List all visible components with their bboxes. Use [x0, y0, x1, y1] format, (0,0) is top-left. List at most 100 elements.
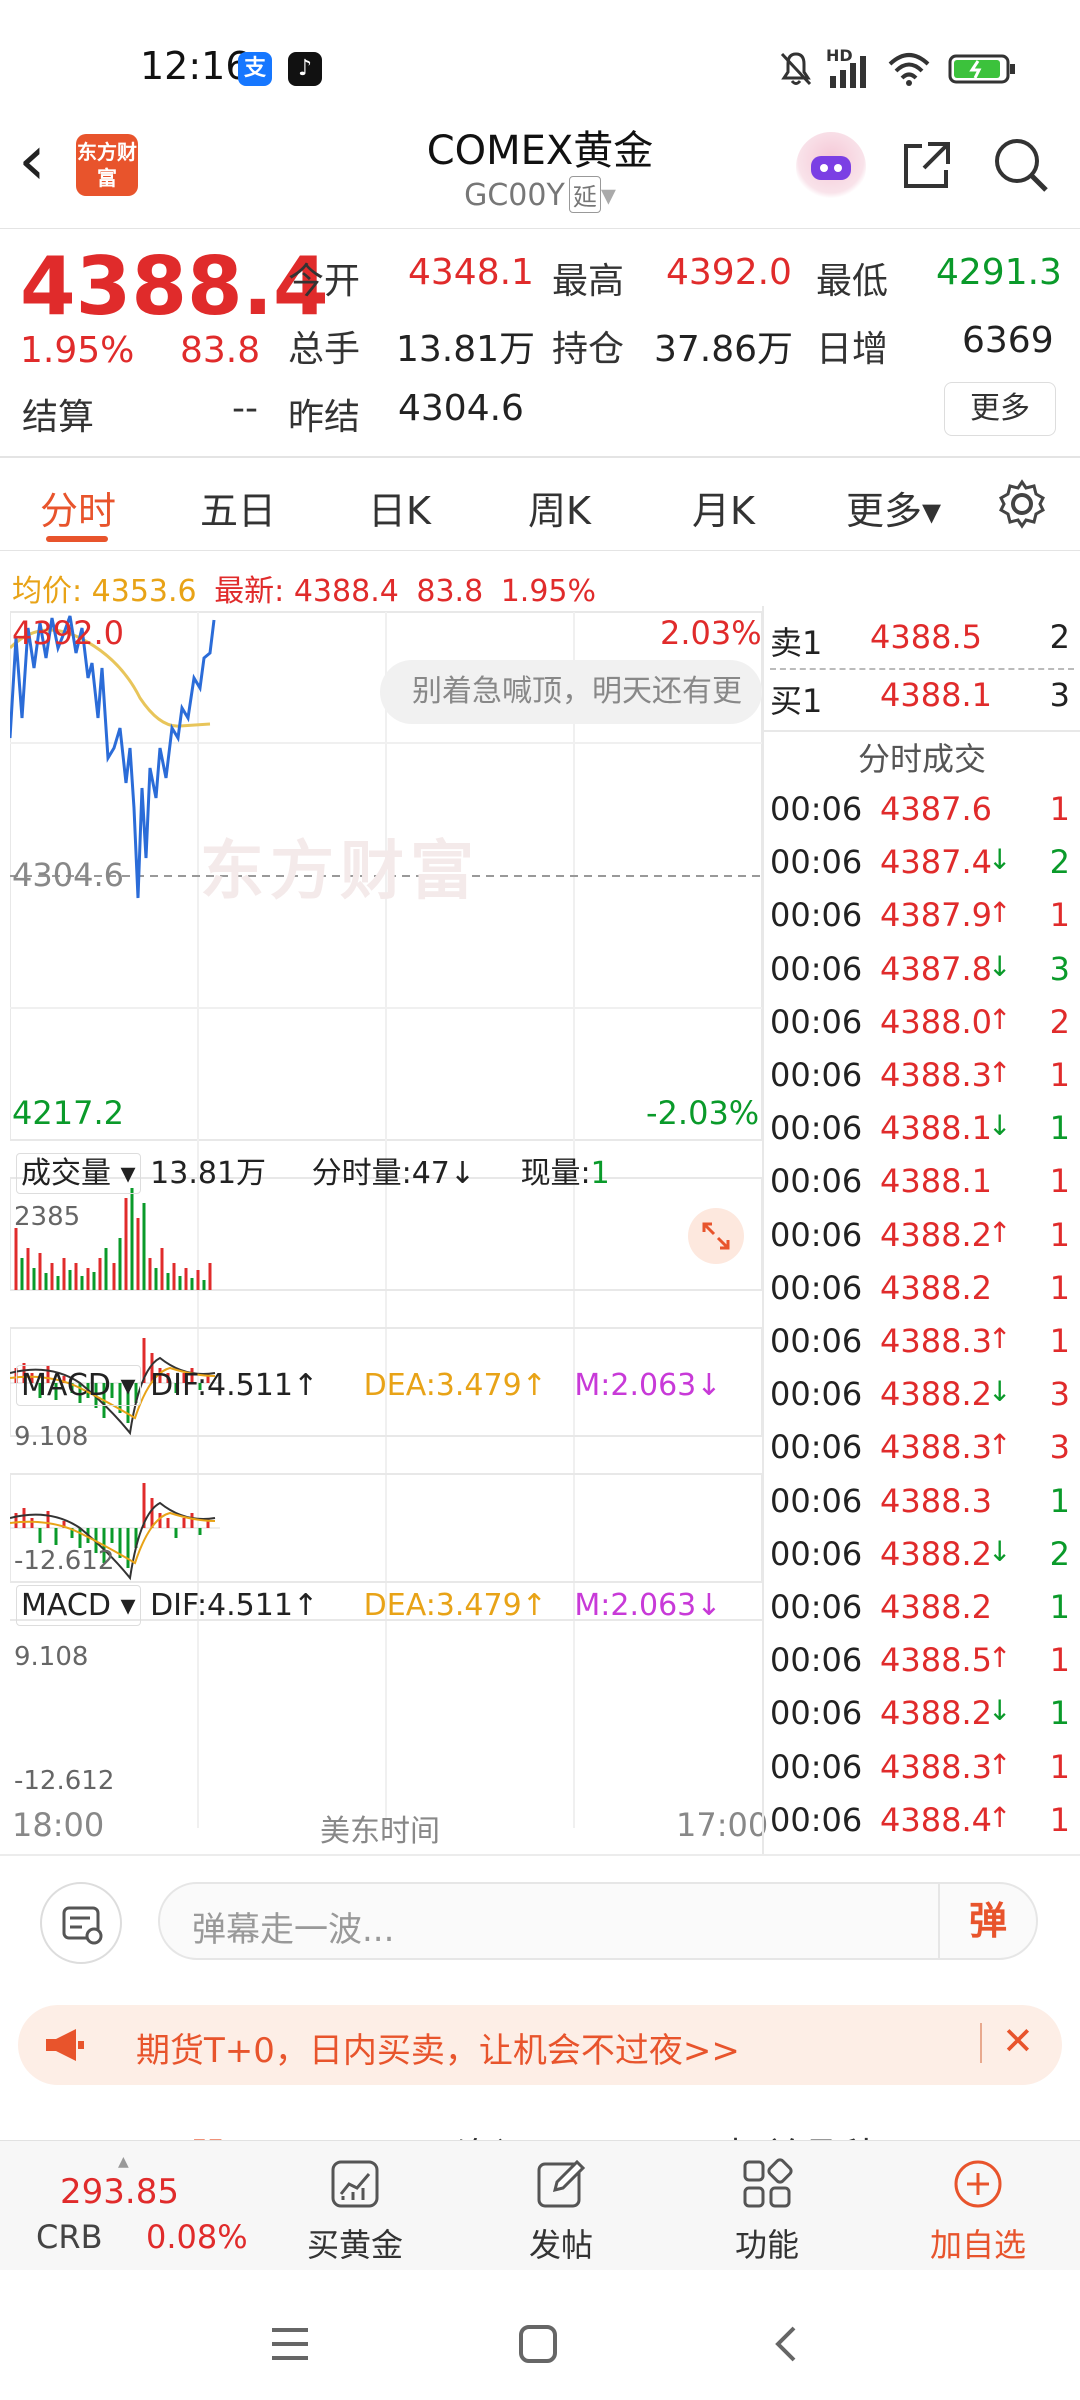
danmu-settings-button[interactable] — [40, 1882, 122, 1964]
avg-price-line: 均价: 4353.6 最新: 4388.4 83.8 1.95% — [12, 566, 596, 610]
latest-pct: 1.95% — [500, 574, 597, 609]
trade-qty: 1 — [1049, 896, 1070, 935]
trade-direction-icon: ↓ — [988, 843, 1012, 877]
tab-monthly-k[interactable]: 月K — [692, 480, 755, 535]
trade-time: 00:06 — [770, 1002, 863, 1041]
trade-row: 00:06 4388.3 ↑ 1 — [770, 1748, 1070, 1801]
orderbook-dashed-line — [770, 668, 1074, 670]
trade-time: 00:06 — [770, 1481, 863, 1520]
nav-add-watchlist[interactable]: 加自选 — [908, 2140, 1048, 2270]
macd-selector-2[interactable]: MACD ▾ — [16, 1585, 141, 1626]
volume-selector[interactable]: 成交量 ▾ — [16, 1153, 141, 1194]
danmu-input[interactable]: 弹幕走一波... 弹 — [158, 1882, 1038, 1960]
volume-header: 成交量 ▾ 13.81万 分时量:47↓ 现量:1 — [16, 1148, 610, 1194]
search-icon[interactable] — [990, 134, 1052, 196]
buy1-row: 买1 4388.1 3 — [770, 676, 1070, 729]
tab-intraday[interactable]: 分时 — [40, 480, 116, 535]
tiktok-icon: ♪ — [288, 52, 322, 86]
trade-price: 4388.3 — [880, 1747, 992, 1786]
menu-icon[interactable] — [268, 2324, 312, 2364]
back-icon[interactable] — [766, 2322, 806, 2366]
expand-chart-button[interactable] — [688, 1208, 744, 1264]
nav-post-label: 发帖 — [528, 2226, 593, 2264]
wifi-icon — [888, 53, 930, 86]
trade-price: 4388.3 — [880, 1481, 992, 1520]
tab-five-day[interactable]: 五日 — [200, 480, 276, 535]
trade-time: 00:06 — [770, 790, 863, 828]
trade-direction-icon: ↑ — [988, 1428, 1012, 1462]
alipay-icon: 支 — [238, 52, 272, 86]
watermark: 东方财富 — [200, 835, 480, 909]
delay-tag: 延 — [568, 176, 601, 213]
trade-price: 4388.1 — [880, 1162, 992, 1201]
trade-qty: 1 — [1049, 1162, 1070, 1201]
info-tabs: 股吧 资讯 相关品种 — [0, 2104, 1080, 2144]
promo-banner[interactable]: 期货T+0，日内买卖，让机会不过夜>> ✕ — [18, 2005, 1062, 2085]
open-interest-label: 持仓 — [552, 329, 625, 370]
danmu-send-button[interactable]: 弹 — [938, 1882, 1036, 1960]
nav-functions[interactable]: 功能 — [702, 2140, 832, 2270]
status-time: 12:16 — [140, 44, 250, 88]
trade-price: 4388.2 — [880, 1694, 992, 1733]
trade-direction-icon: ↑ — [988, 1002, 1012, 1036]
nav-buy-gold-label: 买黄金 — [306, 2226, 403, 2264]
tab-weekly-k[interactable]: 周K — [528, 480, 591, 535]
tab-daily-k[interactable]: 日K — [368, 480, 431, 535]
trade-time: 00:06 — [770, 1694, 863, 1733]
gear-icon[interactable] — [996, 478, 1048, 530]
grid-icon — [743, 2158, 793, 2208]
trade-time: 00:06 — [770, 1747, 863, 1786]
more-quote-button[interactable]: 更多 — [944, 382, 1056, 436]
macd-header-1: MACD ▾ DIF:4.511↑ DEA:3.479↑ M:2.063↓ — [16, 1365, 721, 1406]
trade-price: 4388.4 — [880, 1800, 992, 1839]
trade-price: 4387.8 — [880, 949, 992, 988]
trade-qty: 1 — [1049, 1588, 1070, 1626]
macd-dea-1: DEA:3.479↑ — [363, 1368, 547, 1403]
trade-price: 4388.1 — [880, 1109, 992, 1148]
tab-active-indicator — [46, 536, 108, 542]
trade-qty: 3 — [1049, 949, 1070, 988]
nav-post[interactable]: 发帖 — [496, 2140, 626, 2270]
trade-price: 4388.3 — [880, 1322, 992, 1360]
share-icon[interactable] — [898, 136, 956, 194]
trade-price: 4388.2 — [880, 1534, 992, 1573]
trade-time: 00:06 — [770, 949, 863, 988]
trade-row: 00:06 4388.3 ↑ 1 — [770, 1322, 1070, 1375]
trade-qty: 1 — [1049, 1268, 1070, 1307]
nav-functions-label: 功能 — [734, 2226, 799, 2264]
robot-assistant-icon[interactable] — [796, 132, 866, 202]
close-icon[interactable]: ✕ — [1002, 2019, 1034, 2063]
trade-row: 00:06 4388.3 ↑ 3 — [770, 1428, 1070, 1481]
trade-qty: 3 — [1049, 1375, 1070, 1414]
crb-name[interactable]: CRB — [36, 2218, 103, 2256]
nav-buy-gold[interactable]: 买黄金 — [290, 2140, 420, 2270]
time-end: 17:00 — [676, 1806, 769, 1844]
tab-more[interactable]: 更多▾ — [846, 480, 941, 535]
low-label: 最低 — [816, 261, 889, 302]
intraday-chart[interactable] — [10, 608, 762, 1838]
megaphone-icon — [46, 2029, 84, 2061]
daily-increase-value: 6369 — [962, 320, 1054, 361]
macd-selector-1[interactable]: MACD ▾ — [16, 1365, 141, 1406]
trade-price: 4388.2 — [880, 1215, 992, 1254]
trade-qty: 1 — [1049, 1747, 1070, 1786]
trade-qty: 2 — [1049, 843, 1070, 882]
high-label: 最高 — [552, 261, 625, 302]
crb-value: 293.85 — [60, 2172, 179, 2212]
trade-qty: 1 — [1049, 1800, 1070, 1839]
trade-row: 00:06 4388.3 ↑ 1 — [770, 1056, 1070, 1109]
home-icon[interactable] — [516, 2322, 560, 2366]
trade-qty: 3 — [1049, 1428, 1070, 1467]
high-value: 4392.0 — [666, 252, 792, 293]
trade-price: 4387.6 — [880, 790, 992, 828]
banner-text: 期货T+0，日内买卖，让机会不过夜>> — [136, 2031, 740, 2071]
macd-dif-1: DIF:4.511↑ — [150, 1368, 319, 1403]
app-header: ‹ 东方财富 COMEX黄金 GC00Y 延 ▾ — [0, 110, 1080, 230]
trade-time: 00:06 — [770, 843, 863, 882]
daily-increase-label: 日增 — [816, 329, 889, 370]
system-nav-bar — [0, 2280, 1080, 2400]
trade-row: 00:06 4388.1 1 — [770, 1162, 1070, 1215]
banner-separator — [980, 2023, 982, 2063]
open-value: 4348.1 — [408, 252, 534, 293]
avg-label: 均价: — [12, 574, 83, 609]
